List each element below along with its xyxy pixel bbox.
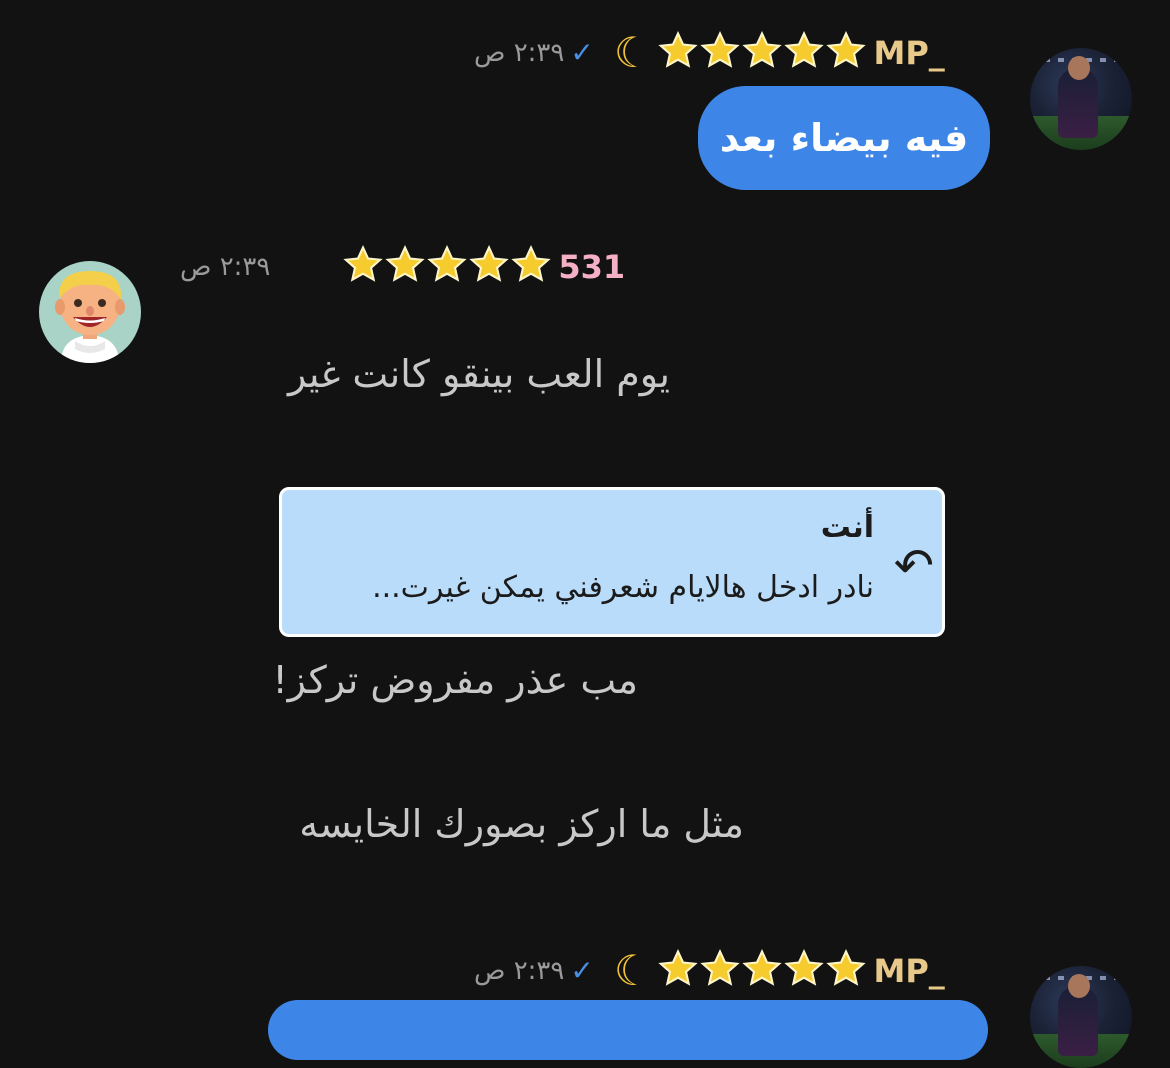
star-icon (826, 948, 867, 986)
star-icon (511, 244, 552, 282)
sender-name[interactable]: MP_ (873, 34, 944, 72)
star-icon (742, 30, 783, 68)
message-time: ٢:٣٩ ص (474, 956, 565, 986)
star-rating (342, 244, 552, 290)
cartoon-face-icon (55, 271, 125, 363)
star-rating (657, 948, 867, 994)
star-icon (658, 30, 699, 68)
player-head (1068, 974, 1090, 998)
message-header: ٢:٣٩ ص ✓ ☾ MP_ (474, 28, 945, 78)
moon-icon: ☾ (613, 28, 652, 77)
outgoing-message-bubble[interactable]: فيه بيضاء بعد (698, 86, 990, 190)
message-text-line: يوم العب بينقو كانت غير (287, 352, 670, 396)
sender-avatar[interactable] (1030, 48, 1132, 150)
check-icon: ✓ (570, 36, 594, 69)
star-icon (658, 948, 699, 986)
star-icon (784, 30, 825, 68)
sender-avatar[interactable] (39, 261, 141, 363)
star-icon (469, 244, 510, 282)
reply-arrow-icon: ↶ (893, 538, 934, 594)
sender-avatar[interactable] (1030, 966, 1132, 1068)
star-icon (826, 30, 867, 68)
message-header: ٢:٣٩ ص 531 (180, 242, 625, 292)
star-icon (784, 948, 825, 986)
message-time: ٢:٣٩ ص (180, 252, 271, 282)
star-icon (427, 244, 468, 282)
message-text: فيه بيضاء بعد (719, 116, 969, 160)
star-icon (385, 244, 426, 282)
check-icon: ✓ (570, 954, 594, 987)
sender-name[interactable]: MP_ (873, 952, 944, 990)
message-text-line: مب عذر مفروض تركز! (272, 658, 638, 702)
outgoing-message-bubble[interactable] (268, 1000, 988, 1060)
star-icon (742, 948, 783, 986)
quoted-reply[interactable]: أنت نادر ادخل هالايام شعرفني يمكن غيرت..… (279, 487, 945, 637)
reply-snippet: نادر ادخل هالايام شعرفني يمكن غيرت... (372, 570, 874, 605)
player-head (1068, 56, 1090, 80)
message-text-line: مثل ما اركز بصورك الخايسه (299, 802, 744, 846)
star-icon (700, 948, 741, 986)
star-icon (343, 244, 384, 282)
message-time: ٢:٣٩ ص (474, 38, 565, 68)
message-header: ٢:٣٩ ص ✓ ☾ MP_ (474, 946, 945, 996)
star-icon (700, 30, 741, 68)
moon-icon: ☾ (613, 946, 652, 995)
sender-name[interactable]: 531 (558, 248, 625, 286)
reply-author: أنت (820, 510, 874, 545)
star-rating (657, 30, 867, 76)
